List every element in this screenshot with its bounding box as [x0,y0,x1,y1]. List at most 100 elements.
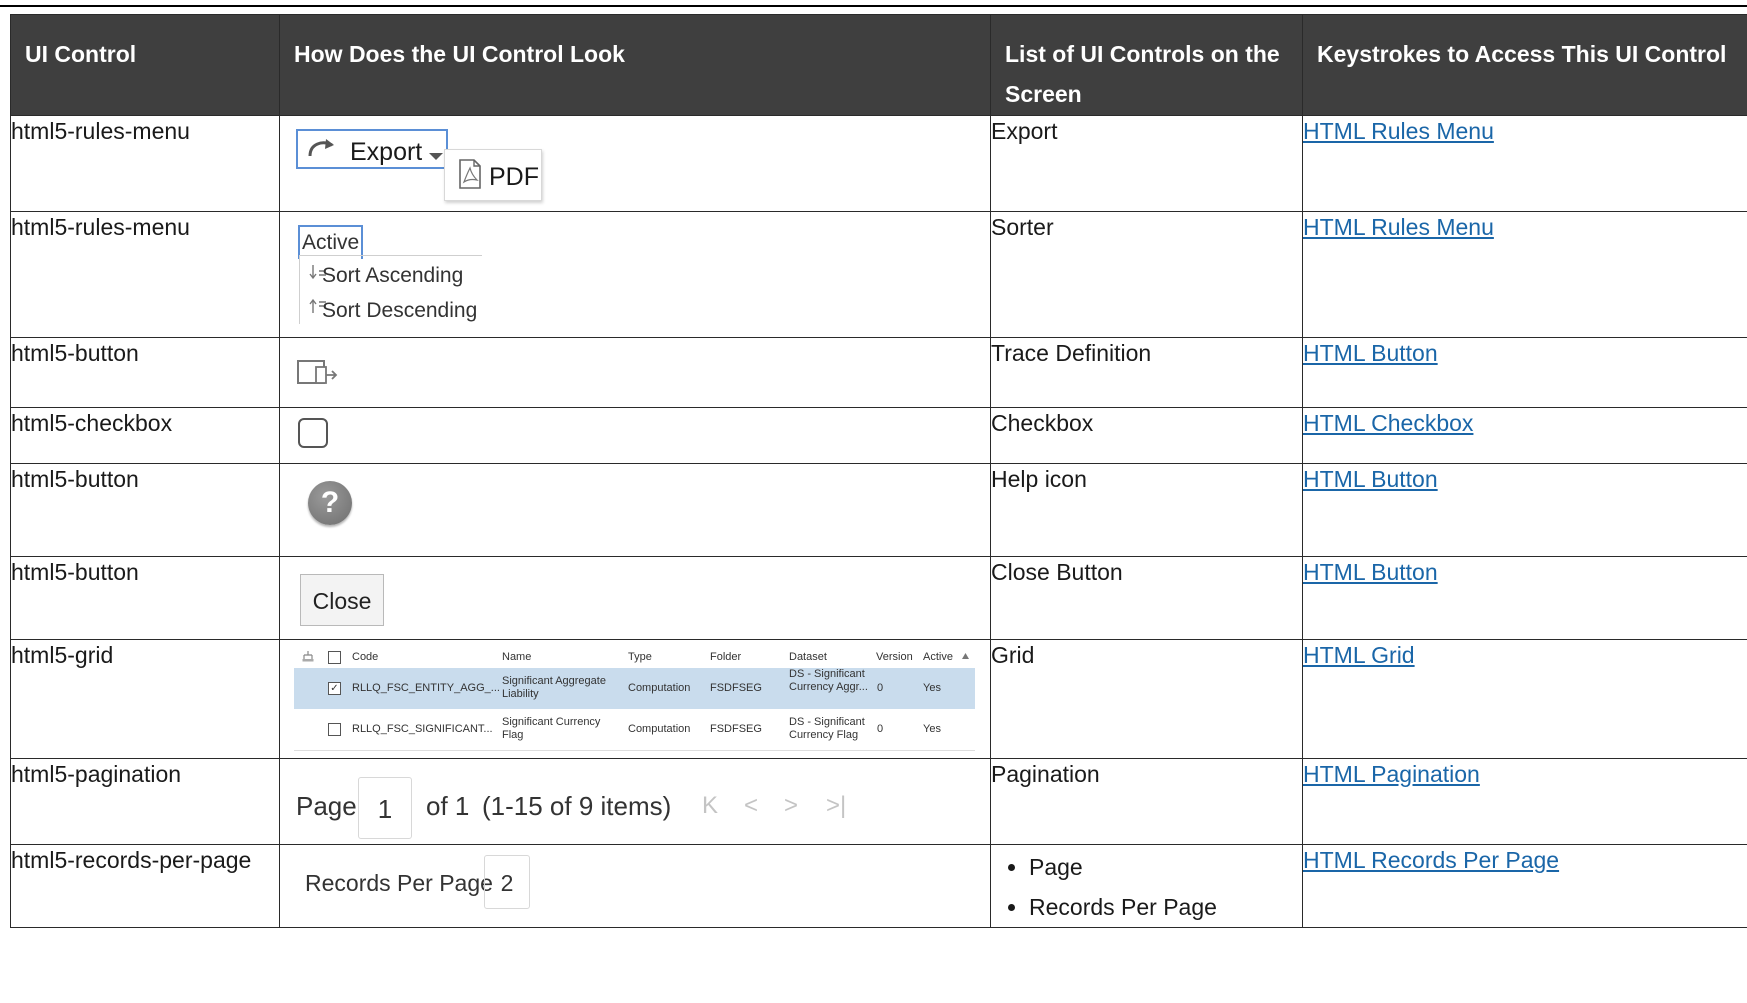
last-page-icon[interactable]: >| [826,791,846,821]
grid-cell-code: RLLQ_FSC_SIGNIFICANT... [352,723,493,735]
chevron-down-icon [429,153,443,160]
look-cell [279,337,991,408]
keystroke-cell: HTML Rules Menu [1302,115,1747,212]
grid-cell-dataset: DS - Significant Currency Aggr... [789,668,868,693]
html-grid-link[interactable]: HTML Grid [1303,642,1415,668]
table-row: html5-grid Code Name Type Folder Dataset… [10,639,1747,759]
look-cell: Records Per Page 2 [279,844,991,928]
sort-arrow-icon [962,653,969,659]
page-of-text: of 1 [426,791,470,821]
grid-col-name[interactable]: Name [502,651,531,664]
table-row: html5-records-per-page Records Per Page … [10,844,1747,928]
list-cell: Page Records Per Page [990,844,1303,928]
html-checkbox-link[interactable]: HTML Checkbox [1303,410,1473,436]
header-row: UI Control How Does the UI Control Look … [10,14,1747,116]
look-cell: Close [279,556,991,640]
keystroke-cell: HTML Checkbox [1302,407,1747,464]
records-per-page-label: Records Per Page [305,870,493,896]
html-pagination-link[interactable]: HTML Pagination [1303,761,1480,787]
trace-definition-icon[interactable] [296,358,342,388]
page-input[interactable]: 1 [358,777,412,839]
page-label: Page [296,791,357,821]
grid-select-all-checkbox[interactable] [328,651,341,664]
grid-header: Code Name Type Folder Dataset Version Ac… [294,646,975,668]
keystroke-cell: HTML Button [1302,556,1747,640]
keystroke-cell: HTML Pagination [1302,758,1747,845]
grid-cell-version: 0 [877,723,884,735]
ui-control-cell: html5-rules-menu [10,211,280,338]
ui-control-cell: html5-button [10,337,280,408]
list-cell: Close Button [990,556,1303,640]
grid-cell-active: Yes [923,723,941,735]
look-cell: Active Sort Ascending Sort Descending [279,211,991,338]
grid-col-folder[interactable]: Folder [710,651,741,664]
export-menu-pdf[interactable]: PDF [444,149,542,201]
html-records-per-page-link[interactable]: HTML Records Per Page [1303,847,1559,873]
grid-cell-folder: FSDFSEG [710,723,762,735]
list-item: Records Per Page [1029,887,1302,927]
grid-cell-dataset: DS - Significant Currency Flag [789,716,865,741]
look-cell: ? [279,463,991,557]
ui-control-cell: html5-records-per-page [10,844,280,928]
grid-col-dataset[interactable]: Dataset [789,651,827,664]
html-button-link[interactable]: HTML Button [1303,466,1438,492]
grid-cell-type: Computation [628,682,691,694]
table-row: html5-button Trace Definition HTML Butto… [10,337,1747,408]
close-button[interactable]: Close [300,574,384,626]
ui-control-cell: html5-button [10,463,280,557]
export-label: Export [350,138,423,166]
ui-control-cell: html5-pagination [10,758,280,845]
ui-control-cell: html5-checkbox [10,407,280,464]
grid-cell-version: 0 [877,682,884,694]
grid-row-checkbox-checked[interactable]: ✓ [328,682,341,695]
look-cell: Export PDF [279,115,991,212]
table-row: html5-button ? Help icon HTML Button [10,463,1747,557]
grid-cell-active: Yes [923,682,941,694]
table-row: html5-rules-menu Active Sort Ascending S… [10,211,1747,338]
grid-col-active[interactable]: Active [923,651,953,664]
html-button-link[interactable]: HTML Button [1303,559,1438,585]
list-cell: Pagination [990,758,1303,845]
list-cell: Grid [990,639,1303,759]
grid-cell-type: Computation [628,723,691,735]
grid-row[interactable]: RLLQ_FSC_SIGNIFICANT... Significant Curr… [294,709,975,751]
checkbox[interactable] [298,418,328,448]
export-button[interactable]: Export [296,129,448,169]
page-range-text: (1-15 of 9 items) [482,791,672,821]
list-cell: Help icon [990,463,1303,557]
html-button-link[interactable]: HTML Button [1303,340,1438,366]
grid-col-version[interactable]: Version [876,651,913,664]
first-page-icon[interactable]: K [702,791,718,821]
header-keystrokes: Keystrokes to Access This UI Control [1302,14,1747,116]
previous-page-icon[interactable]: < [744,791,758,821]
header-ui-control: UI Control [10,14,280,116]
hierarchy-icon [302,651,314,662]
grid-cell-name: Significant Currency Flag [502,716,601,741]
keystroke-cell: HTML Button [1302,337,1747,408]
grid-cell-name: Significant Aggregate Liability [502,675,606,700]
look-cell [279,407,991,464]
records-per-page-input[interactable]: 2 [484,855,530,909]
list-cell: Checkbox [990,407,1303,464]
ui-control-cell: html5-rules-menu [10,115,280,212]
html-rules-menu-link[interactable]: HTML Rules Menu [1303,118,1494,144]
table-row: html5-rules-menu Export PDF Export HTML … [10,115,1747,212]
grid-col-code[interactable]: Code [352,651,378,664]
look-cell: Code Name Type Folder Dataset Version Ac… [279,639,991,759]
sort-ascending-item[interactable]: Sort Ascending [322,261,463,291]
sorter-field[interactable]: Active [298,225,364,259]
grid-col-type[interactable]: Type [628,651,652,664]
top-rule [0,5,1747,7]
keystroke-cell: HTML Button [1302,463,1747,557]
help-icon[interactable]: ? [308,481,352,525]
ui-controls-table: UI Control How Does the UI Control Look … [10,14,1747,928]
ui-control-cell: html5-grid [10,639,280,759]
sort-descending-item[interactable]: Sort Descending [322,296,477,326]
control-list: Page Records Per Page [991,847,1302,927]
grid-cell-folder: FSDFSEG [710,682,762,694]
next-page-icon[interactable]: > [784,791,798,821]
html-rules-menu-link[interactable]: HTML Rules Menu [1303,214,1494,240]
grid-row-checkbox[interactable] [328,723,341,736]
grid-row[interactable]: ✓ RLLQ_FSC_ENTITY_AGG_... Significant Ag… [294,668,975,709]
look-cell: Page 1 of 1 (1-15 of 9 items) K < > >| [279,758,991,845]
